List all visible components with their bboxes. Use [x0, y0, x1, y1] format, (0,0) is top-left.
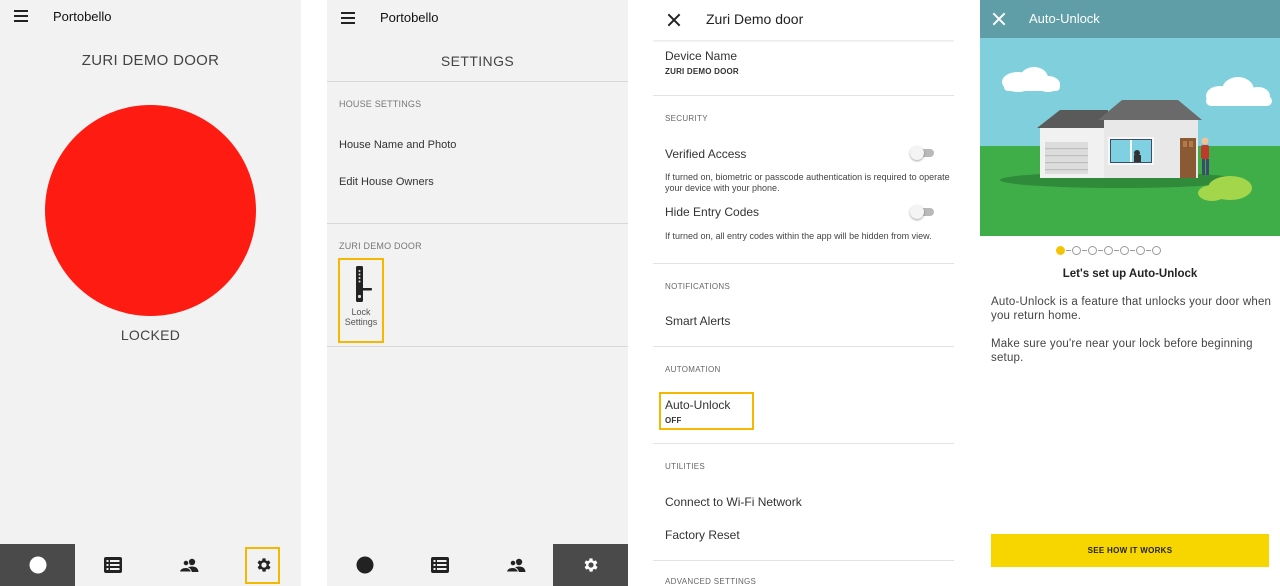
divider	[327, 346, 628, 347]
page-title: Zuri Demo door	[706, 11, 804, 27]
proximity-paragraph: Make sure you're near your lock before b…	[991, 338, 1253, 364]
device-name-value: ZURI DEMO DOOR	[665, 67, 739, 76]
lock-status-icon	[29, 556, 46, 574]
step-dot-3	[1088, 246, 1097, 255]
door-section: ZURI DEMO DOOR	[339, 241, 422, 251]
notifications-section: NOTIFICATIONS	[665, 282, 731, 291]
security-section: SECURITY	[665, 114, 708, 123]
nav-tab-settings[interactable]	[553, 544, 628, 586]
house-name: Portobello	[380, 10, 439, 25]
house-name: Portobello	[53, 9, 112, 24]
verified-access-description: If turned on, biometric or passcode auth…	[665, 172, 950, 193]
nav-tab-users[interactable]	[478, 544, 553, 586]
wifi-network-item[interactable]: Connect to Wi-Fi Network	[665, 495, 802, 509]
edit-house-owners-item[interactable]: Edit House Owners	[339, 176, 434, 188]
step-dot-5	[1120, 246, 1129, 255]
divider	[653, 443, 954, 444]
utilities-section: UTILITIES	[665, 462, 706, 471]
lock-settings-screen: Zuri Demo door Device Name ZURI DEMO DOO…	[653, 0, 954, 586]
close-icon[interactable]	[667, 13, 681, 27]
step-dot-7	[1152, 246, 1161, 255]
top-bar: Portobello	[327, 0, 628, 34]
device-name-label[interactable]: Device Name	[665, 49, 737, 63]
setup-heading: Let's set up Auto-Unlock	[1062, 268, 1198, 280]
step-dot-4	[1104, 246, 1113, 255]
activity-list-icon	[431, 557, 449, 573]
nav-tab-users[interactable]	[151, 544, 226, 586]
users-icon	[178, 558, 198, 572]
users-icon	[505, 558, 525, 572]
door-title: ZURI DEMO DOOR	[81, 52, 220, 69]
nav-tab-lock[interactable]	[0, 544, 75, 586]
step-dot-1	[1056, 246, 1065, 255]
bottom-nav	[327, 544, 628, 586]
intro-paragraph: Auto-Unlock is a feature that unlocks yo…	[991, 296, 1272, 322]
step-dot-2	[1072, 246, 1081, 255]
settings-tab-highlight	[245, 547, 280, 584]
lock-status-label: LOCKED	[120, 327, 181, 343]
hide-entry-codes-description: If turned on, all entry codes within the…	[665, 231, 932, 241]
hide-entry-codes-toggle[interactable]	[910, 205, 934, 219]
lock-toggle-button[interactable]	[45, 105, 256, 316]
verified-access-toggle[interactable]	[910, 146, 934, 160]
nav-tab-lock[interactable]	[327, 544, 402, 586]
auto-unlock-highlight	[659, 392, 754, 430]
activity-list-icon	[104, 557, 122, 573]
smart-alerts-item[interactable]: Smart Alerts	[665, 314, 730, 328]
hide-entry-codes-label: Hide Entry Codes	[665, 205, 760, 219]
gear-icon	[584, 558, 598, 572]
top-bar: Auto-Unlock	[980, 0, 1280, 38]
divider	[327, 223, 628, 224]
divider	[653, 263, 954, 264]
top-bar: Portobello	[0, 0, 301, 34]
lock-settings-highlight	[338, 258, 384, 343]
lock-home-screen: Portobello ZURI DEMO DOOR LOCKED	[0, 0, 301, 586]
see-how-it-works-button[interactable]: SEE HOW IT WORKS	[991, 534, 1269, 567]
page-title: Auto-Unlock	[1029, 11, 1100, 26]
auto-unlock-setup-screen: Auto-Unlock Let's set up Auto-Unlock Aut…	[980, 0, 1280, 586]
step-dot-6	[1136, 246, 1145, 255]
nav-tab-activity[interactable]	[75, 544, 151, 586]
house-settings-section: HOUSE SETTINGS	[339, 99, 422, 109]
divider	[653, 560, 954, 561]
house-illustration	[980, 38, 1280, 236]
page-title: SETTINGS	[440, 53, 515, 69]
menu-icon[interactable]	[341, 12, 355, 24]
automation-section: AUTOMATION	[665, 365, 721, 374]
advanced-settings-section: ADVANCED SETTINGS	[665, 577, 757, 586]
lock-status-icon	[356, 556, 373, 574]
menu-icon[interactable]	[14, 10, 28, 22]
divider	[327, 81, 628, 82]
close-icon[interactable]	[992, 12, 1006, 26]
verified-access-label: Verified Access	[665, 147, 747, 161]
top-bar: Zuri Demo door	[653, 0, 954, 40]
divider	[653, 346, 954, 347]
nav-tab-activity[interactable]	[402, 544, 478, 586]
divider	[653, 95, 954, 96]
house-name-photo-item[interactable]: House Name and Photo	[339, 139, 456, 151]
settings-screen: Portobello SETTINGS HOUSE SETTINGS House…	[327, 0, 628, 586]
factory-reset-item[interactable]: Factory Reset	[665, 528, 740, 542]
